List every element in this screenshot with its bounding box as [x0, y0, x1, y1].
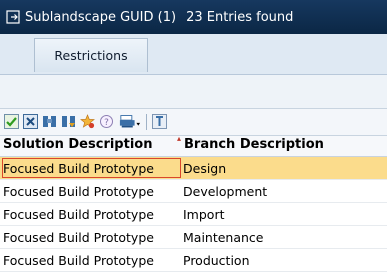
cell-branch-description[interactable]: Production — [183, 253, 250, 268]
cell-solution-description[interactable]: Focused Build Prototype — [3, 207, 154, 222]
table-row[interactable]: Focused Build Prototype Production — [0, 249, 387, 272]
sort-indicator-icon: ▴ — [177, 134, 182, 143]
table-header: Solution Description ▴ Branch Descriptio… — [0, 134, 387, 157]
svg-text:?: ? — [104, 118, 109, 128]
cell-branch-description[interactable]: Design — [183, 161, 226, 176]
tab-strip: Restrictions — [0, 34, 387, 75]
print-icon[interactable] — [118, 113, 142, 130]
find-next-icon[interactable] — [60, 113, 77, 130]
star-settings-icon[interactable] — [79, 113, 96, 130]
entries-found-count: 23 Entries found — [186, 9, 294, 25]
cell-branch-description[interactable]: Maintenance — [183, 230, 264, 245]
column-header-solution-description[interactable]: Solution Description — [3, 137, 152, 152]
table-row[interactable]: Focused Build Prototype Maintenance — [0, 226, 387, 249]
find-icon[interactable] — [41, 113, 58, 130]
check-icon[interactable] — [3, 113, 20, 130]
table-body: Focused Build Prototype Design Focused B… — [0, 157, 387, 272]
column-header-branch-description[interactable]: Branch Description — [184, 137, 324, 152]
cell-solution-description[interactable]: Focused Build Prototype — [3, 161, 154, 176]
restrictions-area — [0, 75, 387, 109]
cell-branch-description[interactable]: Import — [183, 207, 225, 222]
dialog-window-icon — [6, 10, 20, 24]
table-row[interactable]: Focused Build Prototype Import — [0, 203, 387, 226]
window-title: Sublandscape GUID (1) — [25, 9, 177, 25]
toolbar-separator — [146, 114, 147, 130]
tab-restrictions-label: Restrictions — [54, 48, 128, 63]
help-icon[interactable]: ? — [98, 113, 115, 130]
cancel-icon[interactable] — [22, 113, 39, 130]
cell-solution-description[interactable]: Focused Build Prototype — [3, 253, 154, 268]
cell-solution-description[interactable]: Focused Build Prototype — [3, 184, 154, 199]
tab-restrictions[interactable]: Restrictions — [34, 38, 148, 72]
table-row[interactable]: Focused Build Prototype Design — [0, 157, 387, 180]
title-bar: Sublandscape GUID (1) 23 Entries found — [0, 0, 387, 34]
toolbar: ? — [0, 109, 387, 136]
table-row[interactable]: Focused Build Prototype Development — [0, 180, 387, 203]
pin-icon[interactable] — [151, 113, 168, 130]
cell-solution-description[interactable]: Focused Build Prototype — [3, 230, 154, 245]
cell-branch-description[interactable]: Development — [183, 184, 267, 199]
